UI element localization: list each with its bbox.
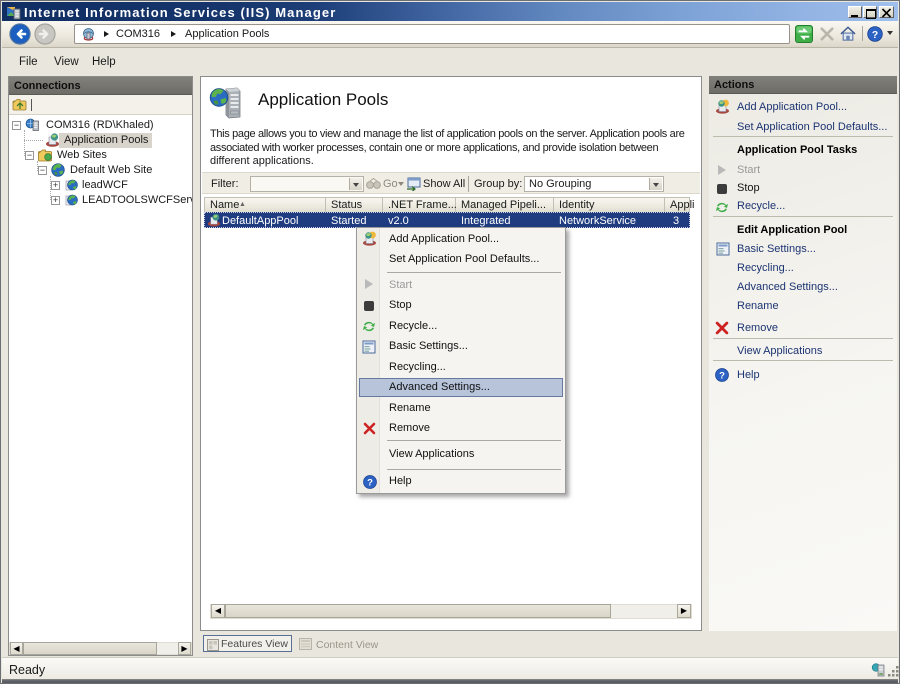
svg-text:?: ?	[719, 371, 725, 382]
svg-text:?: ?	[367, 478, 373, 489]
svg-text:?: ?	[872, 30, 878, 41]
